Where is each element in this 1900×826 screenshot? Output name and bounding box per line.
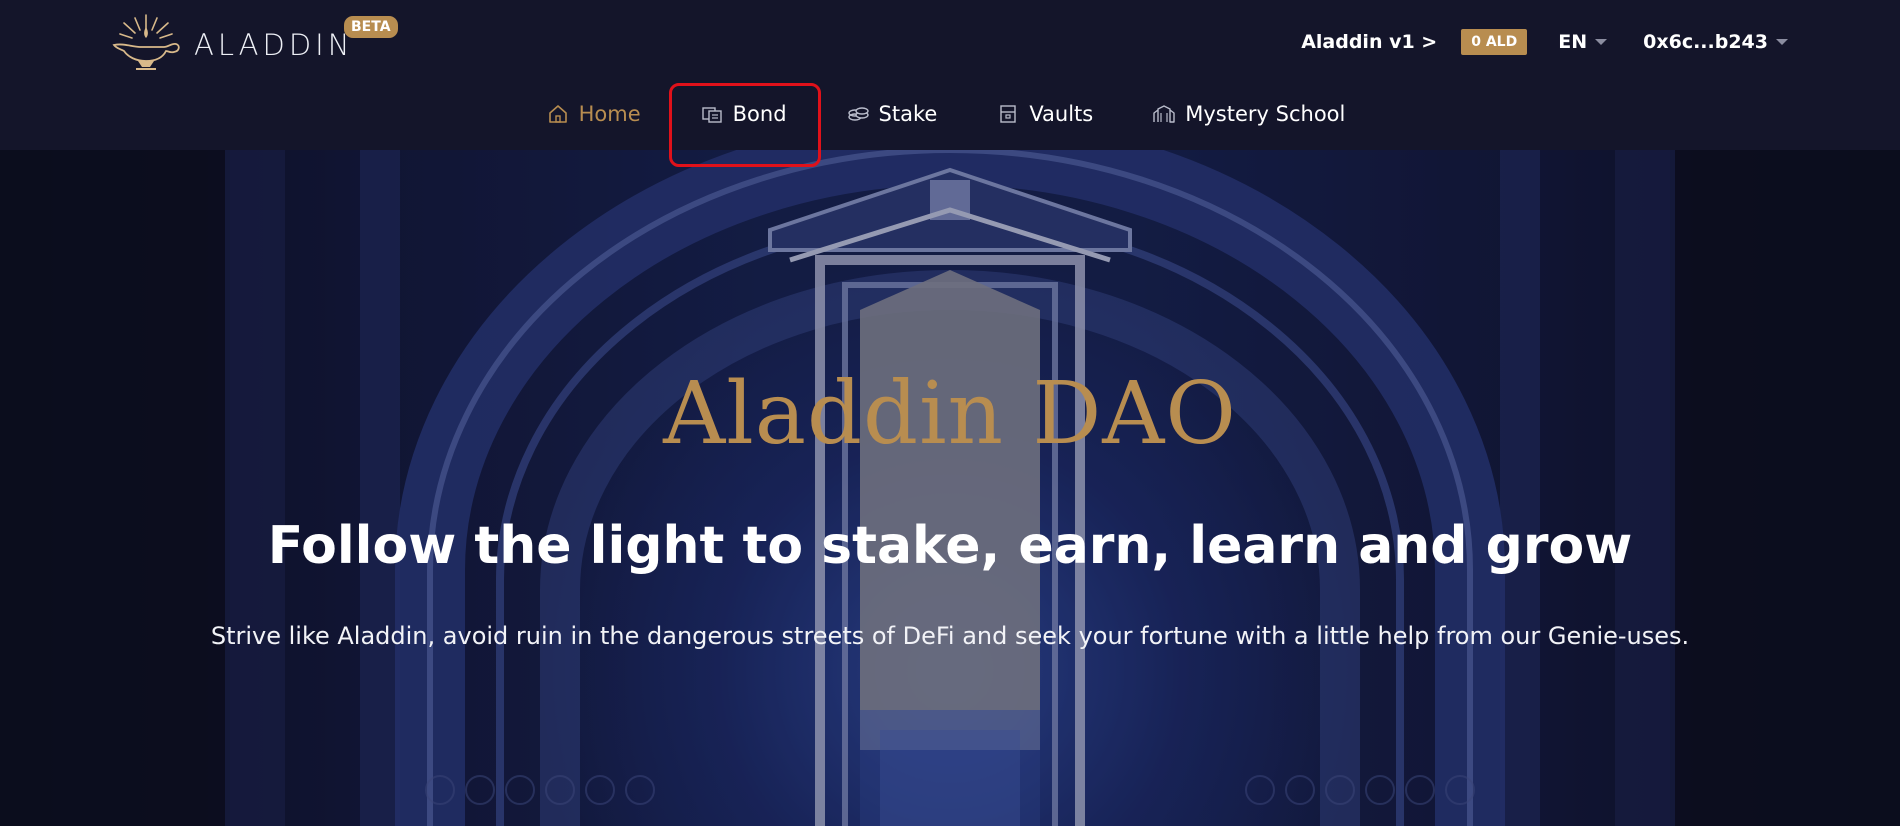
nav-item-home[interactable]: Home: [517, 89, 671, 139]
nav-item-mystery-school[interactable]: Mystery School: [1123, 89, 1375, 139]
nav-label: Vaults: [1029, 102, 1094, 126]
wallet-dropdown[interactable]: 0x6c...b243: [1643, 31, 1788, 53]
nav-label: Bond: [732, 102, 787, 126]
bond-icon: [701, 107, 722, 123]
nav-item-bond[interactable]: Bond: [668, 83, 821, 167]
school-icon: [1153, 105, 1175, 123]
logo-wordmark: ALADDIN: [194, 28, 354, 62]
language-dropdown[interactable]: EN: [1558, 31, 1608, 53]
lamp-logo-icon: [112, 14, 180, 70]
coins-icon: [847, 107, 869, 121]
temple-archway-illustration: [0, 150, 1900, 826]
hero-section: Aladdin DAO Follow the light to stake, e…: [0, 150, 1900, 826]
vault-icon: [1000, 105, 1017, 123]
beta-badge: BETA: [344, 16, 398, 38]
nav-label: Mystery School: [1185, 102, 1346, 126]
nav-item-vaults[interactable]: Vaults: [967, 89, 1123, 139]
hero-title: Aladdin DAO: [663, 364, 1237, 464]
wallet-address: 0x6c...b243: [1643, 31, 1768, 53]
aladdin-logo[interactable]: ALADDIN BETA: [110, 12, 398, 72]
home-icon: [548, 105, 567, 123]
hero-description: Strive like Aladdin, avoid ruin in the d…: [210, 622, 1690, 650]
ald-balance-badge[interactable]: 0 ALD: [1461, 29, 1528, 55]
main-nav: Home Bond Stake Vaults Mystery School: [0, 78, 1900, 167]
nav-item-stake[interactable]: Stake: [817, 89, 968, 139]
hero-subtitle: Follow the light to stake, earn, learn a…: [267, 516, 1633, 576]
header-controls: Aladdin v1 > 0 ALD EN 0x6c...b243: [1301, 26, 1788, 58]
language-label: EN: [1558, 31, 1588, 53]
chevron-down-icon: [1776, 39, 1788, 45]
nav-label: Home: [578, 102, 641, 126]
chevron-down-icon: [1595, 39, 1608, 45]
nav-label: Stake: [878, 102, 938, 126]
version-link[interactable]: Aladdin v1 >: [1301, 31, 1437, 53]
top-header: ALADDIN BETA Aladdin v1 > 0 ALD EN 0x6c.…: [0, 0, 1900, 167]
